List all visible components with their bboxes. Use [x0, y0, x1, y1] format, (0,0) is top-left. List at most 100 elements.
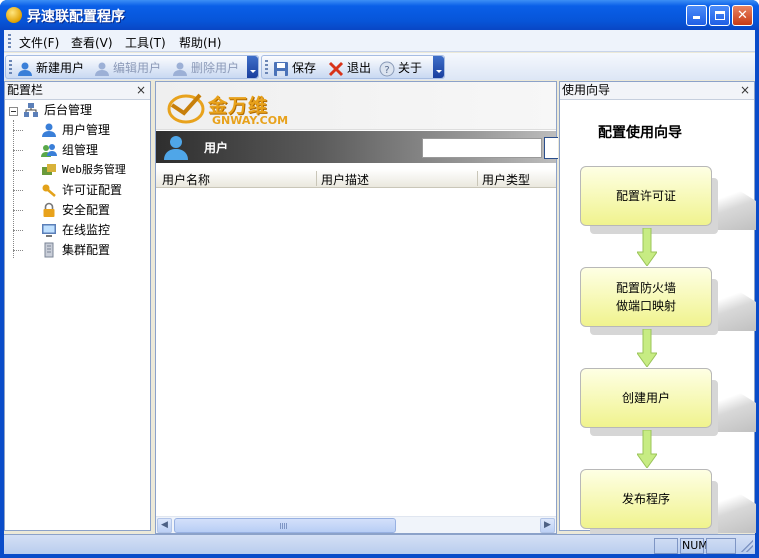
down-arrow-icon — [637, 430, 657, 468]
tree-node-label: 许可证配置 — [62, 183, 123, 197]
logo-url-text: GNWAY.COM — [212, 114, 289, 127]
minimize-icon — [693, 16, 700, 19]
tree-line — [13, 150, 23, 151]
maximize-icon — [714, 11, 725, 20]
save-button[interactable]: 保存 — [273, 59, 316, 77]
exit-label: 退出 — [347, 61, 372, 75]
toolbar-band: 新建用户 编辑用户 删除用户 保存 退出 ? 关于 — [4, 53, 755, 80]
user-search-input[interactable] — [422, 138, 542, 158]
toolbar-overflow-button[interactable] — [247, 56, 258, 78]
tree-line — [13, 120, 14, 258]
title-bar[interactable]: 异速联配置程序 ✕ — [0, 0, 759, 30]
column-header-user-description[interactable]: 用户描述 — [321, 171, 369, 188]
column-header-user-type[interactable]: 用户类型 — [482, 171, 530, 188]
cluster-icon — [44, 242, 54, 258]
tree-node-label: 在线监控 — [62, 223, 111, 237]
resize-grip-icon[interactable] — [741, 540, 753, 552]
status-panel-caps — [654, 538, 678, 554]
scroll-thumb[interactable] — [174, 518, 396, 533]
exit-icon — [328, 61, 344, 76]
column-divider[interactable] — [316, 171, 317, 186]
svg-text:?: ? — [384, 65, 389, 76]
menu-view[interactable]: 查看(V) — [71, 34, 113, 51]
scroll-left-arrow-icon[interactable]: ◀ — [157, 518, 172, 533]
edit-user-icon — [95, 62, 109, 76]
minimize-button[interactable] — [686, 5, 707, 26]
main-toolbar: 保存 退出 ? 关于 — [261, 55, 445, 79]
about-icon: ? — [379, 61, 395, 76]
guide-step-text: 配置防火墙 — [615, 281, 676, 295]
window-title: 异速联配置程序 — [27, 9, 125, 25]
menu-help[interactable]: 帮助(H) — [179, 34, 221, 51]
down-arrow-icon — [637, 329, 657, 367]
delete-user-icon — [173, 62, 187, 76]
toolbar-grip-icon[interactable] — [9, 60, 12, 75]
edit-user-label: 编辑用户 — [113, 61, 162, 75]
tree-line — [13, 210, 23, 211]
step-shadow — [710, 273, 756, 331]
guide-step-text: 配置许可证 — [615, 189, 676, 203]
new-user-icon — [18, 62, 32, 76]
toolbar-grip-icon[interactable] — [265, 60, 268, 75]
close-button[interactable]: ✕ — [732, 5, 753, 26]
exit-button[interactable]: 退出 — [328, 59, 371, 77]
server-network-icon — [24, 103, 38, 117]
status-panel-scroll — [706, 538, 736, 554]
search-button[interactable] — [544, 137, 558, 159]
guide-step-text: 创建用户 — [621, 391, 670, 405]
tree-line — [13, 130, 23, 131]
gnway-logo-icon — [167, 93, 205, 124]
guide-step-license[interactable]: 配置许可证 — [580, 166, 712, 226]
guide-pane-title: 使用向导 — [562, 83, 611, 97]
scroll-right-arrow-icon[interactable]: ▶ — [540, 518, 555, 533]
guide-pane-close-icon[interactable]: × — [740, 82, 750, 99]
column-divider[interactable] — [477, 171, 478, 186]
monitor-icon — [42, 224, 56, 237]
step-shadow — [710, 475, 756, 533]
about-button[interactable]: ? 关于 — [379, 59, 422, 77]
collapse-icon[interactable] — [9, 107, 18, 116]
lock-icon — [43, 202, 55, 217]
config-pane: 配置栏 × 后台管理 用户管理 组管理 Web服务管理 许可证配置 安全配置 在… — [4, 81, 151, 531]
about-label: 关于 — [398, 61, 423, 75]
tree-line — [13, 230, 23, 231]
menu-file[interactable]: 文件(F) — [19, 34, 59, 51]
section-title: 用户 — [204, 141, 229, 155]
toolbar-overflow-button[interactable] — [433, 56, 444, 78]
tree-node-label: 集群配置 — [62, 243, 111, 257]
guide-heading: 配置使用向导 — [598, 125, 682, 141]
guide-step-text: 发布程序 — [621, 492, 670, 506]
tree-line — [13, 170, 23, 171]
web-service-icon — [42, 164, 56, 175]
config-pane-header: 配置栏 × — [5, 82, 150, 100]
tree-node-label: 组管理 — [62, 143, 99, 157]
delete-user-button[interactable]: 删除用户 — [172, 59, 239, 77]
column-header-user-name[interactable]: 用户名称 — [162, 171, 210, 188]
menu-tools[interactable]: 工具(T) — [125, 34, 166, 51]
guide-step-create-user[interactable]: 创建用户 — [580, 368, 712, 428]
close-icon: ✕ — [737, 8, 748, 23]
maximize-button[interactable] — [709, 5, 730, 26]
config-pane-close-icon[interactable]: × — [136, 82, 146, 99]
horizontal-scrollbar[interactable]: ◀ ▶ — [156, 516, 556, 533]
delete-user-label: 删除用户 — [191, 61, 240, 75]
new-user-button[interactable]: 新建用户 — [17, 59, 84, 77]
logo-banner: 金万维 GNWAY.COM — [156, 82, 556, 130]
thumb-grip-icon — [280, 523, 288, 529]
app-window: 异速联配置程序 ✕ 文件(F) 查看(V) 工具(T) 帮助(H) 新建用户 编… — [0, 0, 759, 558]
guide-step-publish[interactable]: 发布程序 — [580, 469, 712, 529]
guide-pane-header: 使用向导 × — [560, 82, 754, 100]
tree-node-label: 用户管理 — [62, 123, 111, 137]
tree-node-label: 后台管理 — [44, 103, 93, 117]
save-label: 保存 — [292, 61, 317, 75]
menu-grip-icon[interactable] — [8, 34, 11, 48]
tree-line — [13, 250, 23, 251]
user-toolbar: 新建用户 编辑用户 删除用户 — [5, 55, 259, 79]
client-area: 文件(F) 查看(V) 工具(T) 帮助(H) 新建用户 编辑用户 删除用户 保… — [4, 30, 756, 554]
menu-bar: 文件(F) 查看(V) 工具(T) 帮助(H) — [4, 30, 755, 52]
group-icon — [41, 144, 57, 157]
edit-user-button[interactable]: 编辑用户 — [94, 59, 161, 77]
guide-step-firewall[interactable]: 配置防火墙 做端口映射 — [580, 267, 712, 327]
step-shadow — [710, 374, 756, 432]
user-list-pane: 金万维 GNWAY.COM 用户 用户名称 用户描述 用户类型 ◀ ▶ — [155, 81, 558, 534]
